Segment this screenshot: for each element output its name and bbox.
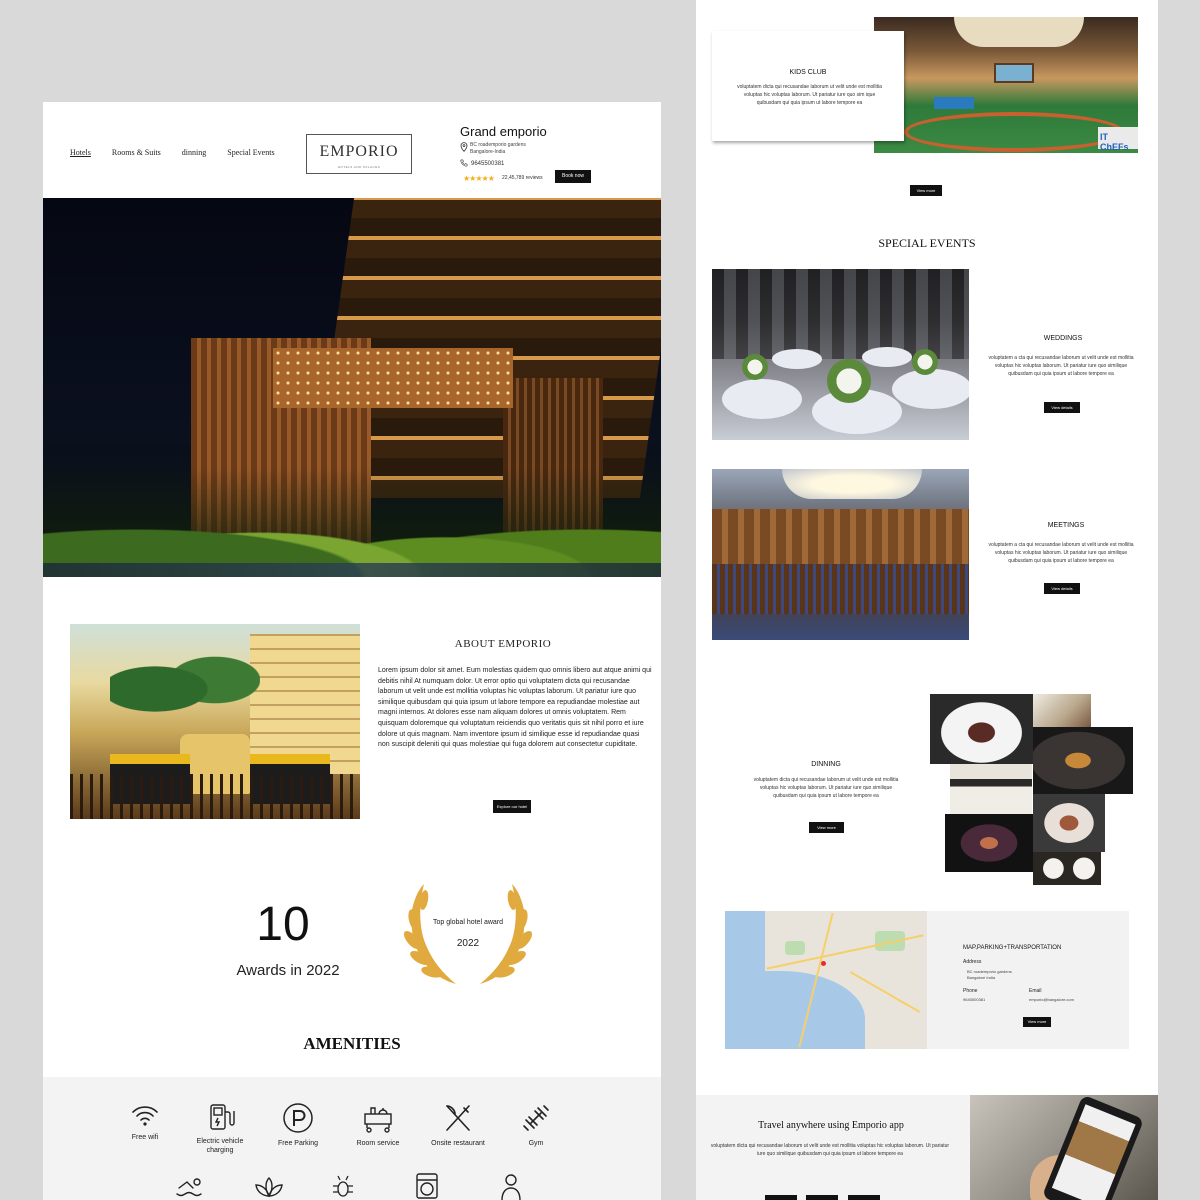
amenity-label: Electric vehicle charging (196, 1138, 244, 1154)
ev-charging-icon (210, 1104, 235, 1130)
review-number: 22,45,789 (502, 175, 525, 181)
map-address-label: Address (963, 959, 982, 965)
hero-hotel-image (43, 198, 661, 577)
map-card: MAP,PARKING+TRANSPORTATION Address BC ro… (725, 911, 1129, 1049)
phone-icon (460, 159, 468, 167)
laundry-icon (416, 1173, 438, 1199)
app-title: Travel anywhere using Emporio app (758, 1120, 904, 1131)
google-play-badge[interactable] (806, 1195, 838, 1200)
swimming-icon (176, 1178, 202, 1197)
meetings-view-details-button[interactable]: View details (1044, 583, 1080, 594)
award-badge-title: Top global hotel award (432, 919, 504, 926)
about-text: Lorem ipsum dolor sit amet. Eum molestia… (378, 667, 652, 749)
weddings-image (712, 269, 969, 440)
hotel-address: BC roademporio gardens Bangalore-India (470, 142, 560, 156)
spa-icon (255, 1177, 283, 1198)
dinning-view-more-button[interactable]: View more (809, 822, 844, 833)
review-suffix: reviews (525, 175, 543, 181)
map-email-label: Email (1029, 988, 1042, 994)
awards-label: Awards in 2022 (236, 962, 340, 979)
hotel-phone[interactable]: 9645500381 (471, 161, 504, 167)
app-promo-band: Travel anywhere using Emporio app volupt… (696, 1095, 1158, 1200)
weddings-text: voluptatem a cta qui recusandae laborum … (988, 355, 1134, 377)
map-address: BC roademporio gardens Bangalore India (967, 969, 1012, 981)
awards-count: 10 (256, 898, 310, 951)
amenity-free-wifi: Free wifi (110, 1102, 180, 1142)
nav-special-events[interactable]: Special Events (227, 148, 274, 157)
gym-icon (523, 1105, 549, 1131)
laurel-wreath-icon (403, 884, 533, 984)
amenity-label: Onsite restaurant (431, 1140, 485, 1147)
star-rating: ★★★★★ (463, 174, 495, 183)
amenity-gym: Gym (501, 1102, 571, 1148)
about-balcony-image (70, 624, 360, 819)
weddings-view-details-button[interactable]: View details (1044, 402, 1080, 413)
app-store-badge[interactable] (765, 1195, 797, 1200)
kids-club-sign: IT ChEFs (1098, 127, 1138, 152)
main-nav: Hotels Rooms & Suits dinning Special Eve… (70, 148, 275, 157)
amenities-title: AMENITIES (303, 1034, 401, 1053)
nav-rooms-suits[interactable]: Rooms & Suits (112, 148, 161, 157)
restaurant-icon (446, 1105, 470, 1131)
app-gallery-badge[interactable] (848, 1195, 880, 1200)
room-service-icon (364, 1107, 392, 1133)
map-phone-label: Phone (963, 988, 978, 994)
map-email[interactable]: emporio@bangalore.com (1029, 997, 1074, 1003)
about-title: ABOUT EMPORIO (454, 638, 552, 650)
kids-club-image: IT ChEFs (874, 17, 1138, 153)
kids-club-title: KIDS CLUB (789, 69, 827, 76)
amenity-label: Free Parking (277, 1140, 319, 1147)
hotel-name: Grand emporio (460, 124, 547, 139)
nav-dinning[interactable]: dinning (182, 148, 206, 157)
bug-icon (333, 1175, 353, 1197)
review-count: 22,45,789 reviews (502, 175, 543, 181)
amenity-label: Free wifi (131, 1134, 159, 1141)
app-phone-image (970, 1095, 1158, 1200)
meetings-text: voluptatem a cta qui recusandae laborum … (988, 542, 1134, 564)
location-map[interactable] (725, 911, 927, 1049)
map-title: MAP,PARKING+TRANSPORTATION (963, 945, 1062, 951)
app-text: voluptatem dicta qui recusandae laborum … (710, 1143, 950, 1157)
book-now-button[interactable]: Book now (555, 170, 591, 183)
meetings-image (712, 469, 969, 640)
dinning-text: voluptatem dicta qui recusandae laborum … (753, 777, 899, 799)
kids-club-view-more-button[interactable]: View more (910, 185, 942, 196)
wifi-icon (132, 1106, 158, 1126)
amenity-room-service: Room service (343, 1102, 413, 1148)
amenity-onsite-restaurant: Onsite restaurant (423, 1102, 493, 1148)
map-address-line-2: Bangalore India (967, 975, 996, 980)
emporio-logo[interactable]: EMPORIO HOTELS AND PALACES (306, 134, 412, 174)
amenity-ev-charging: Electric vehicle charging (185, 1102, 255, 1155)
weddings-title: WEDDINGS (1043, 335, 1083, 342)
parking-icon (283, 1103, 313, 1133)
nav-hotels[interactable]: Hotels (70, 148, 91, 157)
special-events-title: SPECIAL EVENTS (878, 236, 976, 250)
staff-icon (501, 1174, 521, 1200)
map-marker-icon (821, 961, 826, 966)
amenity-label: Room service (356, 1140, 400, 1147)
address-line-1: BC roademporio gardens (470, 142, 526, 148)
features-page-panel: IT ChEFs KIDS CLUB voluptatem dicta qui … (696, 0, 1158, 1200)
dinning-title: DINNING (811, 761, 841, 768)
explore-hotel-button[interactable]: Explore our hotel (493, 800, 531, 813)
award-badge-year: 2022 (456, 938, 480, 949)
amenity-label: Gym (528, 1140, 544, 1147)
kids-club-text: voluptatem dicta qui recusandae laborum … (737, 84, 882, 106)
address-line-2: Bangalore-India (470, 149, 506, 155)
kids-club-card: KIDS CLUB voluptatem dicta qui recusanda… (712, 31, 904, 141)
meetings-title: MEETINGS (1047, 522, 1085, 529)
amenity-free-parking: Free Parking (263, 1102, 333, 1148)
location-pin-icon (460, 142, 468, 152)
home-page-panel: Hotels Rooms & Suits dinning Special Eve… (43, 102, 661, 1200)
map-phone[interactable]: 9645500381 (963, 997, 985, 1003)
logo-text: EMPORIO (319, 143, 399, 160)
logo-subtitle: HOTELS AND PALACES (337, 165, 381, 169)
map-view-more-button[interactable]: View more (1023, 1017, 1051, 1027)
